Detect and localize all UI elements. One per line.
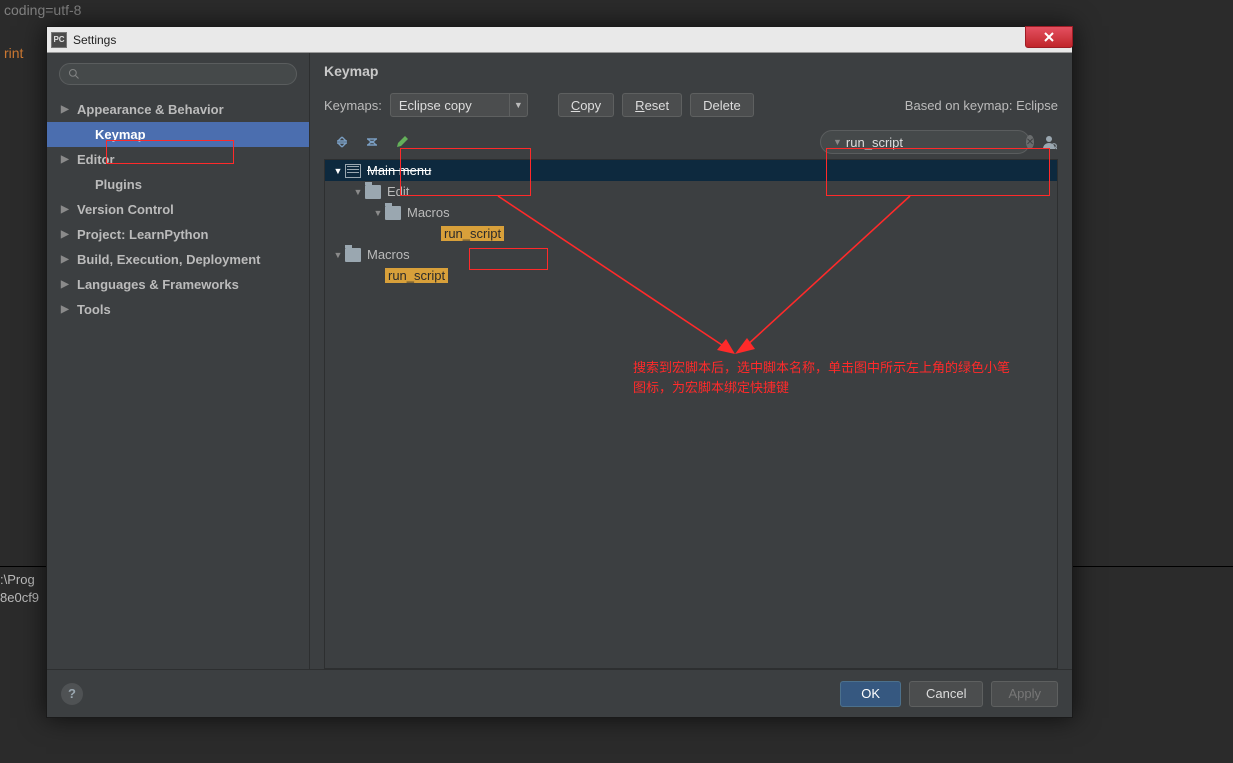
menu-icon	[345, 164, 361, 178]
keymaps-label: Keymaps:	[324, 98, 382, 113]
cancel-button[interactable]: Cancel	[909, 681, 983, 707]
expand-all-icon[interactable]	[334, 134, 350, 150]
based-on-label: Based on keymap: Eclipse	[905, 98, 1058, 113]
ok-button[interactable]: OK	[840, 681, 901, 707]
close-icon	[1043, 31, 1055, 43]
chevron-down-icon: ▼	[509, 94, 527, 116]
action-tree[interactable]: ▼ Main menu ▼ Edit ▼ Macros ▼ run_script	[324, 159, 1058, 669]
clear-search-icon[interactable]: ✕	[1026, 135, 1034, 149]
dialog-title: Settings	[73, 33, 116, 47]
find-by-shortcut-icon[interactable]	[1040, 133, 1058, 151]
nav-languages-frameworks[interactable]: ▶Languages & Frameworks	[47, 272, 309, 297]
collapse-all-icon[interactable]	[364, 134, 380, 150]
panel-title: Keymap	[324, 63, 1058, 79]
nav-project[interactable]: ▶Project: LearnPython	[47, 222, 309, 247]
nav-build-execution-deployment[interactable]: ▶Build, Execution, Deployment	[47, 247, 309, 272]
tree-row-edit[interactable]: ▼ Edit	[325, 181, 1057, 202]
nav-editor[interactable]: ▶Editor	[47, 147, 309, 172]
sidebar-search[interactable]	[59, 63, 297, 85]
tree-row-run-script-1[interactable]: ▼ run_script	[325, 223, 1057, 244]
tree-row-macros-1[interactable]: ▼ Macros	[325, 202, 1057, 223]
nav-plugins[interactable]: ▶Plugins	[47, 172, 309, 197]
settings-sidebar: ▶Appearance & Behavior ▶Keymap ▶Editor ▶…	[47, 53, 310, 669]
search-icon	[68, 68, 80, 80]
app-icon: PC	[51, 32, 67, 48]
help-button[interactable]: ?	[61, 683, 83, 705]
apply-button[interactable]: Apply	[991, 681, 1058, 707]
action-search-input[interactable]	[846, 135, 1022, 150]
edit-shortcut-pencil-icon[interactable]	[394, 134, 410, 150]
action-search-field[interactable]: ▼ ✕	[820, 130, 1030, 154]
folder-icon	[385, 206, 401, 220]
annotation-text: 搜索到宏脚本后，选中脚本名称，单击图中所示左上角的绿色小笔 图标，为宏脚本绑定快…	[633, 358, 1113, 397]
nav-version-control[interactable]: ▶Version Control	[47, 197, 309, 222]
folder-icon	[365, 185, 381, 199]
keymaps-value: Eclipse copy	[391, 94, 509, 116]
nav-keymap[interactable]: ▶Keymap	[47, 122, 309, 147]
nav-tools[interactable]: ▶Tools	[47, 297, 309, 322]
keymap-toolbar-row2: ▼ ✕	[324, 127, 1058, 157]
nav-appearance-behavior[interactable]: ▶Appearance & Behavior	[47, 97, 309, 122]
tree-row-run-script-2[interactable]: run_script	[325, 265, 1057, 286]
tree-row-macros-2[interactable]: ▼ Macros	[325, 244, 1057, 265]
copy-button[interactable]: Copy	[558, 93, 614, 117]
keymap-toolbar-row1: Keymaps: Eclipse copy ▼ Copy Reset Delet…	[324, 93, 1058, 117]
close-button[interactable]	[1025, 26, 1073, 48]
dialog-footer: ? OK Cancel Apply	[47, 669, 1072, 717]
reset-button[interactable]: Reset	[622, 93, 682, 117]
delete-button[interactable]: Delete	[690, 93, 754, 117]
folder-icon	[345, 248, 361, 262]
keymaps-combobox[interactable]: Eclipse copy ▼	[390, 93, 528, 117]
tree-row-main-menu[interactable]: ▼ Main menu	[325, 160, 1057, 181]
dropdown-icon: ▼	[833, 137, 842, 147]
titlebar: PC Settings	[47, 27, 1072, 53]
settings-nav: ▶Appearance & Behavior ▶Keymap ▶Editor ▶…	[47, 95, 309, 322]
